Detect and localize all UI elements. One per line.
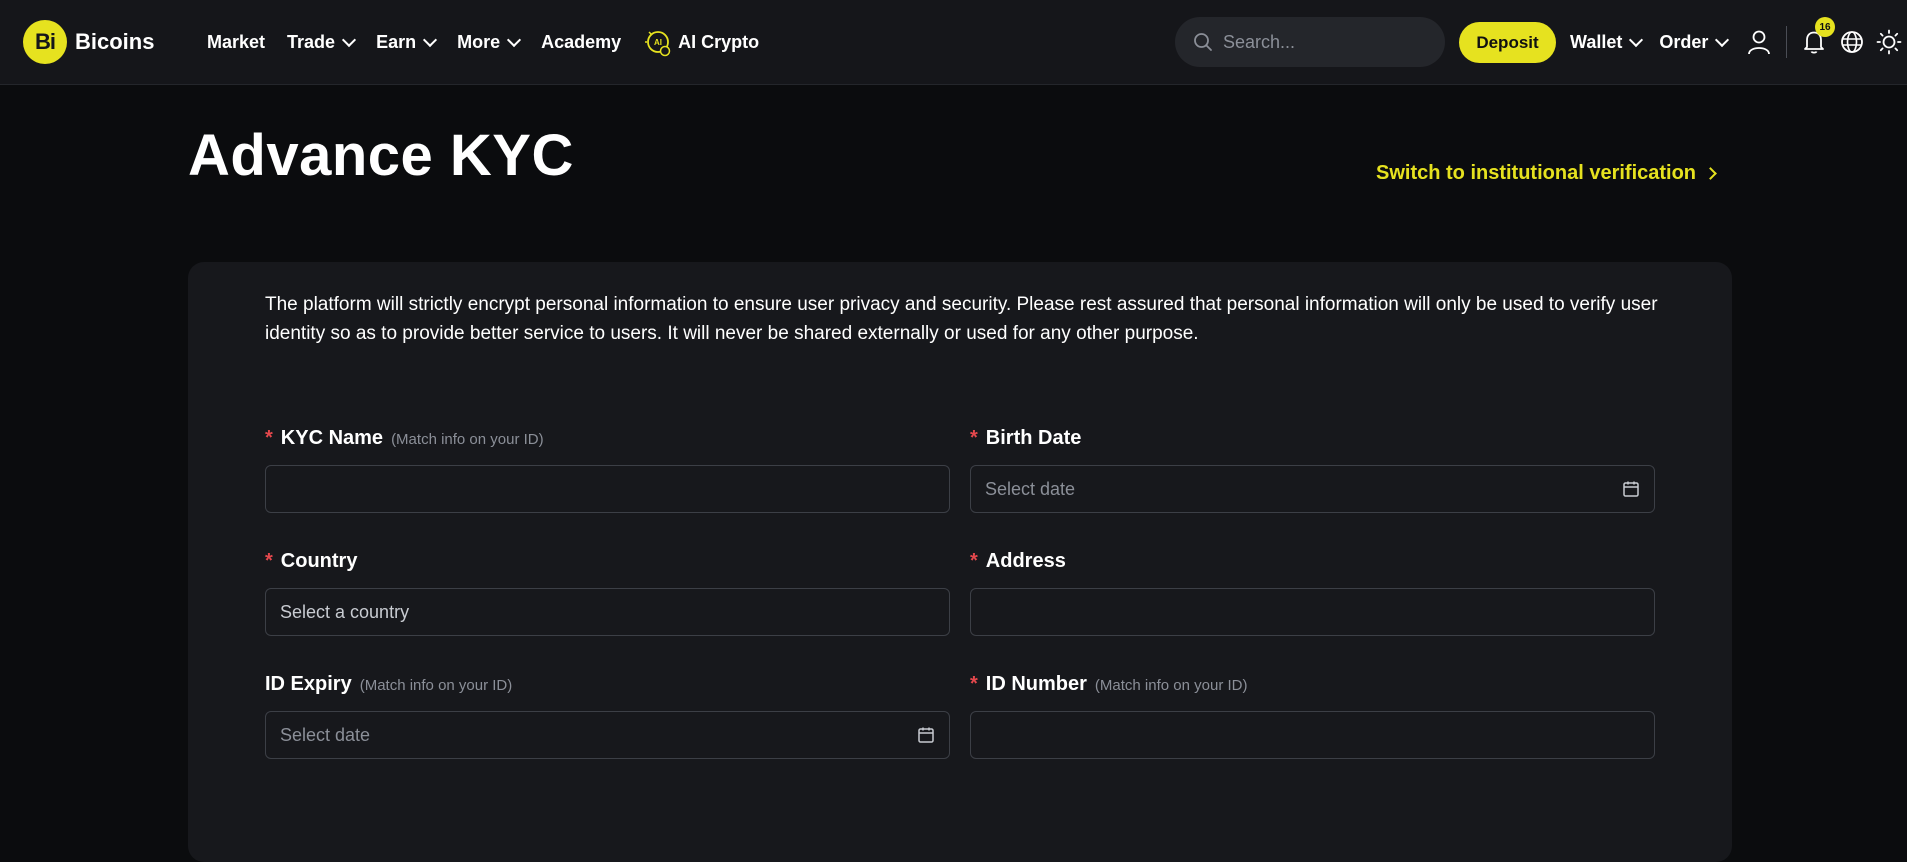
svg-text:AI: AI [654, 38, 662, 47]
id-number-label-text: ID Number [985, 673, 1087, 695]
chevron-down-icon [507, 32, 522, 48]
order-menu[interactable]: Order [1659, 32, 1730, 53]
country-label: * Country [265, 550, 950, 576]
required-marker: * [970, 427, 978, 449]
required-marker: * [970, 673, 978, 695]
nav-ai-crypto[interactable]: AI AI Crypto [643, 28, 759, 58]
id-expiry-label: ID Expiry (Match info on your ID) [265, 673, 950, 699]
wallet-menu[interactable]: Wallet [1570, 32, 1644, 53]
id-expiry-placeholder: Select date [280, 724, 371, 745]
nav-trade-label: Trade [287, 32, 336, 52]
nav-trade[interactable]: Trade [287, 32, 357, 53]
kyc-name-input-box [265, 465, 950, 513]
chevron-right-icon [1704, 167, 1717, 180]
kyc-name-label: * KYC Name (Match info on your ID) [265, 427, 950, 453]
country-field: * Country Select a country [265, 550, 950, 636]
address-input[interactable] [985, 601, 1640, 623]
id-number-label: * ID Number (Match info on your ID) [970, 673, 1655, 699]
kyc-name-input[interactable] [280, 478, 935, 500]
sun-icon[interactable] [1874, 27, 1904, 57]
chevron-down-icon [1629, 32, 1644, 48]
calendar-icon[interactable] [917, 726, 935, 744]
required-marker: * [265, 550, 273, 572]
address-label: * Address [970, 550, 1655, 576]
account-menu: Wallet Order [1570, 0, 1745, 85]
required-marker: * [970, 550, 978, 572]
kyc-name-label-text: KYC Name [280, 427, 384, 449]
user-icon[interactable] [1744, 27, 1774, 57]
id-number-hint: (Match info on your ID) [1094, 677, 1248, 694]
birth-date-label: * Birth Date [970, 427, 1655, 453]
search-box[interactable] [1175, 17, 1445, 67]
deposit-button[interactable]: Deposit [1459, 22, 1556, 63]
nav-market[interactable]: Market [207, 32, 265, 53]
ai-chip-icon: AI [645, 30, 671, 56]
id-expiry-picker[interactable]: Select date [265, 711, 950, 759]
search-icon [1194, 33, 1212, 51]
chevron-down-icon [341, 32, 357, 48]
header-divider [1786, 26, 1787, 58]
nav-academy[interactable]: Academy [541, 32, 621, 53]
required-marker: * [265, 427, 273, 449]
privacy-notice: The platform will strictly encrypt perso… [265, 294, 1658, 344]
search-input[interactable] [1223, 31, 1423, 53]
chevron-down-icon [1715, 32, 1730, 48]
brand-logo[interactable]: Bi Bicoins [23, 20, 154, 64]
country-select[interactable]: Select a country [265, 588, 950, 636]
nav-academy-label: Academy [541, 32, 622, 52]
birth-date-label-text: Birth Date [985, 427, 1082, 449]
kyc-name-field: * KYC Name (Match info on your ID) [265, 427, 950, 513]
notification-count-badge: 16 [1815, 17, 1835, 37]
switch-institutional-link[interactable]: Switch to institutional verification [1376, 162, 1717, 185]
nav-more-label: More [457, 32, 501, 52]
kyc-form-card: The platform will strictly encrypt perso… [188, 262, 1732, 862]
id-expiry-hint: (Match info on your ID) [359, 677, 513, 694]
logo-mark: Bi [23, 20, 67, 64]
country-label-text: Country [280, 550, 358, 572]
id-number-field: * ID Number (Match info on your ID) [970, 673, 1655, 759]
birth-date-field: * Birth Date Select date [970, 427, 1655, 513]
chevron-down-icon [423, 32, 438, 48]
nav-earn-label: Earn [376, 32, 417, 52]
birth-date-picker[interactable]: Select date [970, 465, 1655, 513]
birth-date-placeholder: Select date [985, 478, 1076, 499]
country-select-value: Select a country [280, 601, 410, 622]
main-nav: Market Trade Earn More Academy AI AI Cry… [207, 0, 781, 85]
kyc-name-hint: (Match info on your ID) [391, 431, 544, 448]
brand-name: Bicoins [75, 29, 155, 54]
top-navbar: Bi Bicoins Market Trade Earn More Academ… [0, 0, 1907, 85]
id-number-input[interactable] [985, 724, 1640, 746]
address-input-box [970, 588, 1655, 636]
id-number-input-box [970, 711, 1655, 759]
wallet-label: Wallet [1570, 32, 1623, 52]
calendar-icon[interactable] [1622, 480, 1640, 498]
id-expiry-label-text: ID Expiry [265, 673, 352, 695]
order-label: Order [1659, 32, 1709, 52]
id-expiry-field: ID Expiry (Match info on your ID) Select… [265, 673, 950, 759]
nav-ai-crypto-label: AI Crypto [678, 32, 760, 52]
globe-icon[interactable] [1837, 27, 1867, 57]
address-label-text: Address [985, 550, 1066, 572]
switch-link-label: Switch to institutional verification [1376, 162, 1697, 184]
page-title: Advance KYC [188, 123, 574, 188]
nav-earn[interactable]: Earn [376, 32, 438, 53]
nav-market-label: Market [207, 32, 266, 52]
nav-more[interactable]: More [457, 32, 522, 53]
address-field: * Address [970, 550, 1655, 636]
